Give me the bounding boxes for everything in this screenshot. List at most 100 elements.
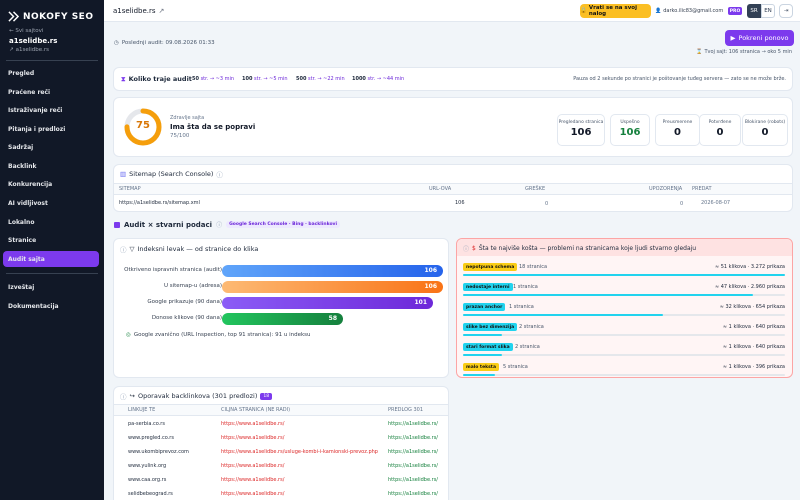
- sidebar-item-label: Backlink: [8, 162, 37, 170]
- sitemap-submitted-value: 2026-08-07: [701, 200, 731, 206]
- sitemap-url[interactable]: https://a1selidbe.rs/sitemap.xml: [119, 200, 200, 206]
- problem-bar: [463, 354, 502, 356]
- problem-count: 5 stranica: [503, 364, 528, 370]
- sidebar-item-label: Istraživanje reči: [8, 106, 63, 114]
- user-account[interactable]: 👤 darko.ilic83@gmail.com: [655, 8, 723, 14]
- logout-button[interactable]: ⇥: [779, 4, 793, 18]
- backlink-suggestion[interactable]: https://a1selidbe.rs/: [388, 421, 438, 427]
- lang-en-button[interactable]: EN: [761, 4, 775, 18]
- problem-row[interactable]: nepotpuna schema 18 stranica ≈ 51 klikova …: [463, 261, 785, 281]
- problem-row[interactable]: malo teksta 5 stranica ≈ 1 klikova · 396 p…: [463, 361, 785, 381]
- stat-label: Pregledano stranica: [558, 120, 604, 125]
- sidebar-item-izvestaj[interactable]: Izveštaj: [3, 279, 99, 295]
- problem-tag: prazan anchor: [463, 303, 506, 311]
- sidebar: NOKOFY SEO ← Svi sajtovi a1selidbe.rs ↗ a…: [0, 0, 104, 500]
- sitemap-warnings-value: 0: [680, 201, 684, 207]
- info-icon[interactable]: ⓘ: [216, 169, 223, 179]
- problem-row[interactable]: prazan anchor 1 stranica ≈ 32 klikova · 65…: [463, 301, 785, 321]
- health-ratio: 75/100: [170, 133, 190, 139]
- backlink-target[interactable]: https://www.a1selidbe.rs/usluge-kombi-i-…: [221, 449, 378, 455]
- sitemap-col-sitemap: SITEMAP: [119, 186, 141, 192]
- problem-tag: slike bez dimenzija: [463, 323, 518, 331]
- sidebar-item-ai-vidljivost[interactable]: AI vidljivost: [3, 195, 99, 211]
- problem-value: ≈ 1 klikova · 640 prikaza: [722, 324, 785, 330]
- stat-value: 0: [674, 127, 681, 138]
- funnel-heading: ⓘ ▽ Indeksni levak — od stranice do klika: [120, 244, 258, 254]
- table-row: selidbebeograd.rs https://www.a1selidbe.r…: [128, 489, 448, 500]
- backlink-target[interactable]: https://www.a1selidbe.rs/: [221, 435, 284, 441]
- sidebar-item-sadrzaj[interactable]: Sadržaj: [3, 139, 99, 155]
- info-icon[interactable]: ⓘ: [463, 244, 469, 253]
- backlink-suggestion[interactable]: https://a1selidbe.rs/: [388, 477, 438, 483]
- duration-note: Pauza od 2 sekunde po stranici je poštov…: [573, 76, 786, 82]
- sitemap-errors-value: 0: [545, 201, 549, 207]
- sitemap-col-urls: URL-OVA: [429, 186, 452, 192]
- backlink-source[interactable]: www.caa.org.rs: [128, 477, 166, 483]
- backlink-suggestion[interactable]: https://a1selidbe.rs/: [388, 435, 438, 441]
- backlink-target[interactable]: https://www.a1selidbe.rs/: [221, 463, 284, 469]
- funnel-value: 106: [424, 267, 437, 274]
- sidebar-item-dokumentacija[interactable]: Dokumentacija: [3, 298, 99, 314]
- problem-row[interactable]: nedostaje interni 1 stranica ≈ 47 klikova …: [463, 281, 785, 301]
- problem-value: ≈ 47 klikova · 2.960 prikaza: [714, 284, 785, 290]
- rerun-button[interactable]: ▶ Pokreni ponovo: [725, 30, 794, 46]
- backlink-target[interactable]: https://www.a1selidbe.rs/: [221, 491, 284, 497]
- funnel-icon: ▽: [129, 245, 135, 253]
- divider: [6, 60, 98, 61]
- info-icon[interactable]: ⓘ: [120, 244, 127, 254]
- sidebar-item-istrazivanje-reci[interactable]: Istraživanje reči: [3, 102, 99, 118]
- backlink-source[interactable]: pa-serbia.co.rs: [128, 421, 165, 427]
- info-icon[interactable]: ⓘ: [216, 220, 222, 229]
- lang-sr-button[interactable]: SR: [747, 4, 761, 18]
- backlink-suggestion[interactable]: https://a1selidbe.rs/: [388, 449, 438, 455]
- sidebar-item-label: Lokalno: [8, 218, 35, 226]
- problem-value: ≈ 32 klikova · 654 prikaza: [719, 304, 785, 310]
- funnel-row: Google prikazuje (90 dana) 101: [114, 297, 444, 309]
- top-site[interactable]: a1selidbe.rs ↗: [113, 7, 164, 15]
- sidebar-item-lokalno[interactable]: Lokalno: [3, 214, 99, 230]
- sidebar-item-konkurencija[interactable]: Konkurencija: [3, 176, 99, 192]
- backlinks-col-suggestion: PREDLOG 301: [388, 407, 424, 413]
- sitemap-col-submitted: PREDAT: [692, 186, 712, 192]
- sidebar-item-pitanja[interactable]: Pitanja i predlozi: [3, 121, 99, 137]
- backlink-source[interactable]: www.yulink.org: [128, 463, 166, 469]
- info-icon[interactable]: ⓘ: [120, 391, 127, 401]
- backlink-source[interactable]: www.ukombiprevoz.com: [128, 449, 189, 455]
- duration-item: 100 str. → ~5 min: [242, 76, 288, 82]
- backlink-target[interactable]: https://www.a1selidbe.rs/: [221, 477, 284, 483]
- table-row: www.yulink.org https://www.a1selidbe.rs/h…: [128, 461, 448, 475]
- external-link-icon: ↗: [9, 47, 14, 53]
- sidebar-item-audit-sajta[interactable]: Audit sajta: [3, 251, 99, 267]
- backlink-suggestion[interactable]: https://a1selidbe.rs/: [388, 491, 438, 497]
- back-link[interactable]: ← Svi sajtovi: [9, 28, 43, 34]
- backlink-target[interactable]: https://www.a1selidbe.rs/: [221, 421, 284, 427]
- sidebar-item-label: Izveštaj: [8, 283, 35, 291]
- funnel-label: Otkriveno ispravnih stranica (audit): [124, 267, 222, 273]
- problems-heading: ⓘ $ Šta te najviše košta — problemi na str…: [463, 244, 696, 253]
- sidebar-item-pracene-reci[interactable]: Praćene reči: [3, 84, 99, 100]
- sidebar-item-label: Sadržaj: [8, 143, 34, 151]
- brand-logo[interactable]: NOKOFY SEO: [8, 11, 93, 22]
- sidebar-item-stranice[interactable]: Stranice: [3, 232, 99, 248]
- backlink-source[interactable]: selidbebeograd.rs: [128, 491, 173, 497]
- problem-row[interactable]: stari format slika 2 stranica ≈ 1 klikova …: [463, 341, 785, 361]
- backlinks-heading: ⓘ ↪ Oporavak backlinkova (301 predlozi) 18: [120, 391, 273, 401]
- hourglass-icon: ⌛: [696, 49, 703, 55]
- lock-icon: 🔒: [580, 8, 587, 14]
- chart-icon: ▥: [120, 170, 127, 178]
- backlink-source[interactable]: www.pregled.co.rs: [128, 435, 174, 441]
- backlink-suggestion[interactable]: https://a1selidbe.rs/: [388, 463, 438, 469]
- sitemap-col-errors: GREŠKE: [525, 186, 546, 192]
- return-account-label: Vrati se na svoj nalog: [588, 5, 637, 17]
- return-account-button[interactable]: 🔒 Vrati se na svoj nalog: [580, 4, 651, 18]
- problem-value: ≈ 1 klikova · 396 prikaza: [722, 364, 785, 370]
- sidebar-item-backlink[interactable]: Backlink: [3, 158, 99, 174]
- redirect-icon: ↪: [129, 392, 135, 400]
- health-status: Ima šta da se popravi: [170, 123, 256, 131]
- duration-t: str. → ~5 min: [254, 76, 288, 82]
- site-link[interactable]: ↗ a1selidbe.rs: [9, 47, 49, 53]
- backlinks-title: Oporavak backlinkova (301 predlozi): [137, 392, 258, 400]
- problem-tag: nedostaje interni: [463, 283, 513, 291]
- problem-row[interactable]: slike bez dimenzija 2 stranica ≈ 1 klikova…: [463, 321, 785, 341]
- sidebar-item-pregled[interactable]: Pregled: [3, 65, 99, 81]
